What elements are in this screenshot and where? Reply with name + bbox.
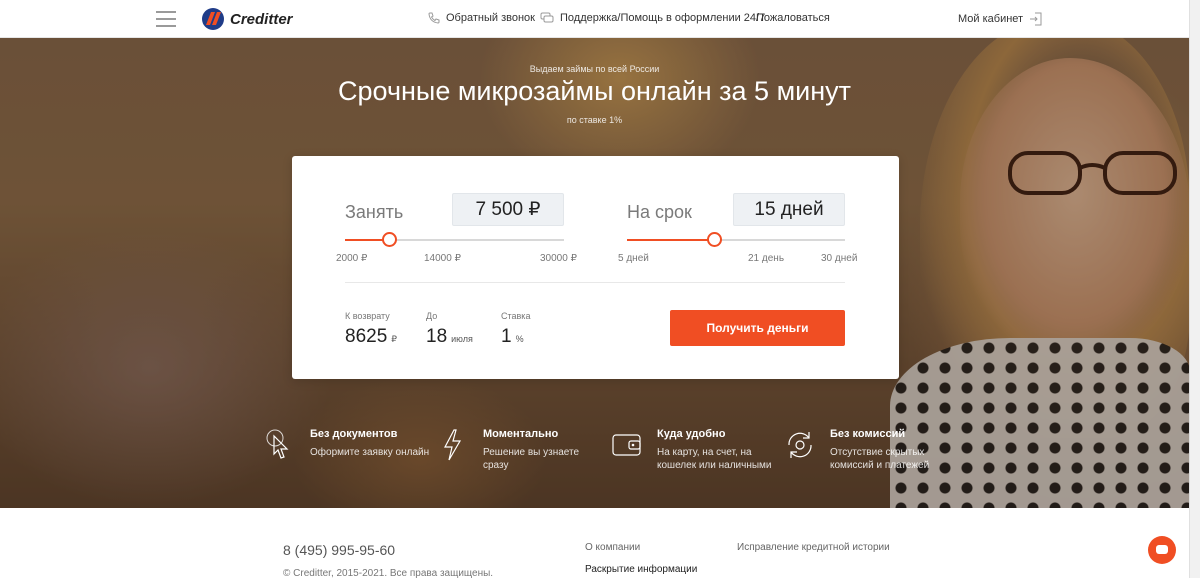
term-tick-max: 30 дней <box>821 253 858 264</box>
loan-calculator: Занять 7 500 ₽ 2000 ₽ 14000 ₽ 30000 ₽ На… <box>292 156 899 379</box>
return-label: К возврату <box>345 311 390 321</box>
refresh-icon <box>788 432 812 458</box>
rate-label: Ставка <box>501 311 531 321</box>
amount-value-input[interactable]: 7 500 ₽ <box>452 193 564 226</box>
wallet-icon <box>612 434 641 456</box>
chat-bubbles-icon <box>540 12 554 23</box>
hero-rate-note: по ставке 1% <box>566 115 623 125</box>
brand-name: Creditter <box>230 10 293 28</box>
amount-tick-min: 2000 ₽ <box>336 253 368 264</box>
feature-desc: Оформите заявку онлайн <box>310 447 430 458</box>
until-label: До <box>426 311 438 321</box>
nav-callback-label: Обратный звонок <box>446 12 535 24</box>
logo[interactable]: Creditter <box>200 7 293 31</box>
menu-burger-icon[interactable] <box>156 11 176 27</box>
phone-icon <box>428 12 440 24</box>
card-divider <box>345 282 845 283</box>
feature-desc: Отсутствие скрытых комиссий и платежей <box>830 447 930 471</box>
until-month: июля <box>451 334 473 344</box>
term-slider[interactable] <box>627 232 845 247</box>
chat-widget-button[interactable] <box>1148 536 1176 564</box>
amount-slider-handle[interactable] <box>381 232 397 247</box>
term-tick-mid: 21 день <box>748 253 785 264</box>
amount-label: Занять <box>345 202 404 222</box>
feature-title: Куда удобно <box>657 428 726 440</box>
term-slider-handle[interactable] <box>707 232 723 247</box>
nav-support[interactable]: Поддержка/Помощь в оформлении 24/7 <box>540 12 765 24</box>
lightning-icon <box>444 429 462 461</box>
feature-desc: На карту, на счет, на кошелек или наличн… <box>657 447 772 471</box>
footer-phone[interactable]: 8 (495) 995-95-60 <box>283 542 395 558</box>
my-cabinet-link[interactable]: Мой кабинет <box>958 12 1043 26</box>
nav-support-label: Поддержка/Помощь в оформлении 24/7 <box>560 12 766 24</box>
footer-copyright: © Creditter, 2015-2021. Все права защище… <box>283 568 494 578</box>
term-tick-min: 5 дней <box>618 253 649 264</box>
term-value-input[interactable]: 15 дней <box>733 193 845 226</box>
site-header: Creditter Обратный звонок Поддержка/Помо… <box>0 0 1200 38</box>
feature-title: Без документов <box>310 428 398 440</box>
return-amount: 8625 ₽ <box>345 326 397 348</box>
rate-percent: % <box>515 334 524 344</box>
rate-value: 1% <box>501 326 524 348</box>
feature-title: Моментально <box>483 428 559 440</box>
cursor-click-icon <box>266 429 289 459</box>
nav-callback[interactable]: Обратный звонок <box>428 12 535 24</box>
footer-link-about[interactable]: О компании <box>585 542 640 553</box>
my-cabinet-label: Мой кабинет <box>958 13 1024 25</box>
footer-link-disclosure[interactable]: Раскрытие информации <box>585 564 697 575</box>
return-currency: ₽ <box>391 334 398 344</box>
page-title: Срочные микрозаймы онлайн за 5 минут <box>338 76 851 106</box>
until-day: 18 <box>426 326 448 347</box>
nav-complain[interactable]: Пожаловаться <box>756 12 830 24</box>
until-date: 18 июля <box>426 326 473 348</box>
amount-tick-mid: 14000 ₽ <box>424 253 461 264</box>
amount-tick-max: 30000 ₽ <box>540 253 577 264</box>
site-footer: 8 (495) 995-95-60 © Creditter, 2015-2021… <box>0 508 1189 578</box>
footer-link-credit-history[interactable]: Исправление кредитной истории <box>737 542 890 553</box>
term-label: На срок <box>627 202 692 222</box>
amount-slider[interactable] <box>345 232 564 247</box>
feature-title: Без комиссий <box>830 428 906 440</box>
return-amount-value: 8625 <box>345 326 388 347</box>
get-money-button[interactable]: Получить деньги <box>670 310 845 346</box>
login-icon <box>1030 12 1042 26</box>
page-scrollbar[interactable] <box>1189 0 1200 578</box>
nav-complain-label: Пожаловаться <box>756 12 830 24</box>
rate-number: 1 <box>501 326 512 347</box>
feature-desc: Решение вы узнаете сразу <box>483 447 580 471</box>
hero-subtitle: Выдаем займы по всей России <box>529 64 660 74</box>
term-slider-fill <box>627 239 715 241</box>
logo-mark-icon <box>202 8 224 30</box>
